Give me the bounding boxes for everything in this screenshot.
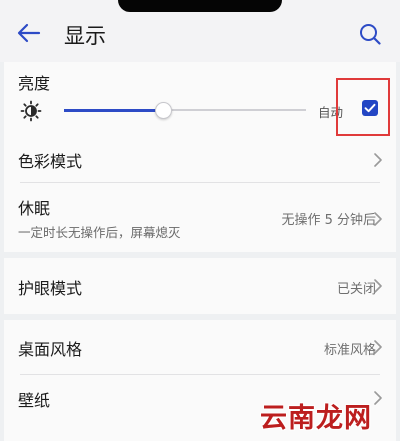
eye-comfort-value: 已关闭 — [336, 282, 376, 297]
brightness-sun-icon — [20, 100, 42, 122]
slider-thumb[interactable] — [154, 102, 172, 119]
eye-comfort-row[interactable]: 护眼模式 已关闭 — [4, 258, 396, 314]
wallpaper-label: 壁纸 — [18, 391, 51, 410]
color-mode-label: 色彩模式 — [18, 152, 83, 171]
sleep-description: 一定时长无操作后，屏幕熄灭 — [18, 225, 181, 240]
color-mode-row[interactable]: 色彩模式 — [4, 138, 396, 182]
page-title: 显示 — [64, 24, 106, 48]
slider-filled-track — [64, 109, 164, 112]
sleep-value: 无操作 5 分钟后 — [281, 213, 376, 228]
search-button[interactable] — [354, 18, 386, 50]
eye-comfort-label: 护眼模式 — [18, 279, 83, 298]
camera-notch — [118, 0, 282, 12]
watermark-text: 云南龙网 — [260, 403, 372, 434]
search-icon — [360, 24, 381, 45]
chevron-right-icon — [374, 340, 382, 354]
display-settings-group: 色彩模式 休眠 一定时长无操作后，屏幕熄灭 无操作 5 分钟后 — [4, 138, 396, 252]
desktop-style-value: 标准风格 — [323, 343, 376, 358]
brightness-label: 亮度 — [18, 74, 51, 93]
highlight-box — [336, 78, 390, 136]
slider-empty-track — [163, 109, 306, 111]
desktop-style-row[interactable]: 桌面风格 标准风格 — [4, 320, 396, 374]
chevron-right-icon — [374, 153, 382, 167]
chevron-right-icon — [374, 279, 382, 293]
chevron-right-icon — [374, 391, 382, 405]
sleep-label: 休眠 — [18, 199, 51, 218]
back-arrow-icon — [17, 23, 41, 43]
desktop-style-label: 桌面风格 — [18, 340, 83, 359]
back-button[interactable] — [12, 16, 46, 50]
chevron-right-icon — [374, 212, 382, 226]
sleep-row[interactable]: 休眠 一定时长无操作后，屏幕熄灭 无操作 5 分钟后 — [4, 183, 396, 252]
eye-comfort-group: 护眼模式 已关闭 — [4, 258, 396, 314]
